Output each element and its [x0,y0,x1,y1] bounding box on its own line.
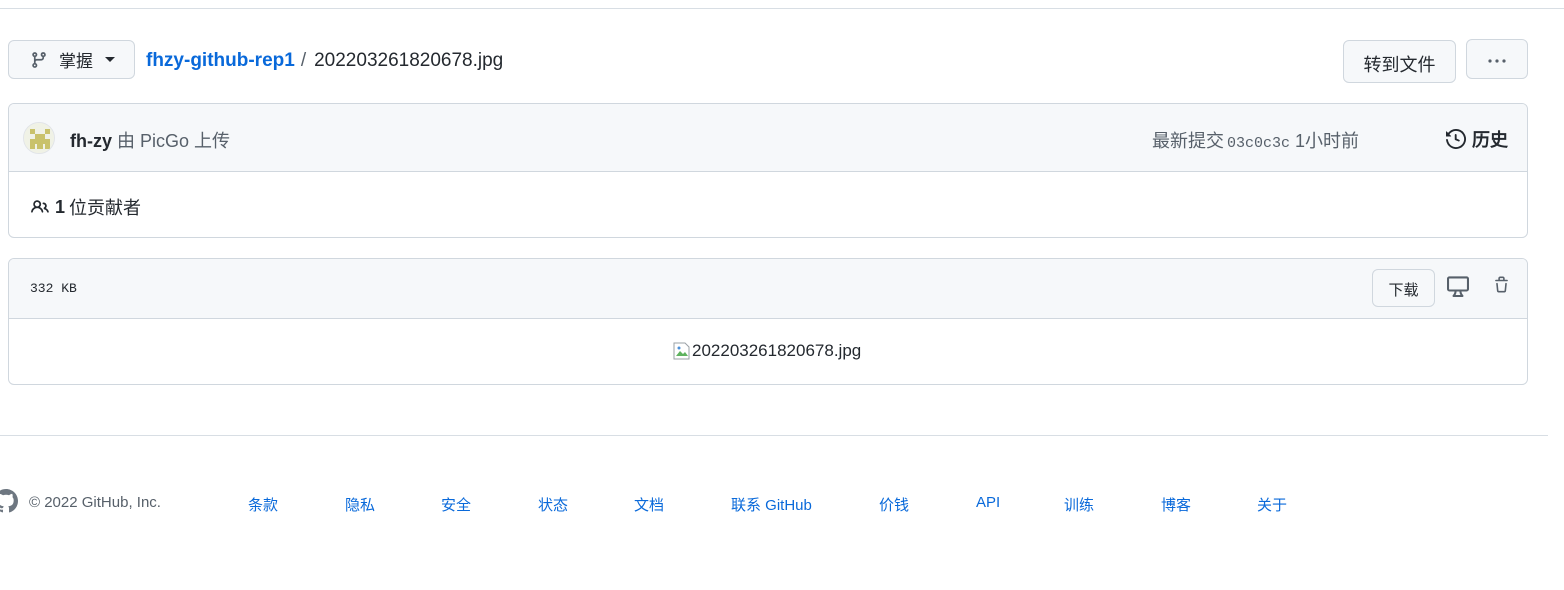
footer-link-api[interactable]: API [976,494,1000,511]
trash-icon[interactable] [1493,275,1510,295]
history-label: 历史 [1472,130,1508,150]
branch-selector-button[interactable]: 掌握 [8,40,135,79]
commit-time: 1小时前 [1294,131,1359,151]
commit-message-text[interactable]: 由 PicGo 上传 [117,131,230,151]
footer-link-security[interactable]: 安全 [441,494,471,515]
footer-link-training[interactable]: 训练 [1064,494,1094,515]
image-preview-row: 202203261820678.jpg [9,319,1527,384]
footer-link-privacy[interactable]: 隐私 [345,494,375,515]
latest-commit-label: 最新提交 [1151,131,1224,151]
commit-sha[interactable]: 03c0c3c [1227,135,1290,152]
top-divider [0,0,1564,9]
history-link[interactable]: 历史 [1446,126,1508,152]
footer-copyright: © 2022 GitHub, Inc. [29,494,161,511]
footer-link-pricing[interactable]: 价钱 [879,494,909,515]
contributors-label: 位贡献者 [69,198,142,218]
contributors-count: 1 [55,196,66,217]
go-to-file-button[interactable]: 转到文件 [1343,40,1456,83]
footer-link-blog[interactable]: 博客 [1161,494,1191,515]
footer-link-about[interactable]: 关于 [1257,494,1287,515]
chevron-down-icon [105,57,115,62]
repo-link[interactable]: fhzy-github-rep1 [146,50,295,72]
latest-commit-box: fh-zy 由 PicGo 上传 最新提交 03c0c3c 1小时前 历史 1 位… [8,103,1528,238]
avatar[interactable] [23,122,55,154]
image-alt-text: 202203261820678.jpg [692,341,862,360]
footer-link-status[interactable]: 状态 [538,494,568,515]
history-icon [1446,129,1466,149]
commit-header: fh-zy 由 PicGo 上传 最新提交 03c0c3c 1小时前 历史 [9,104,1527,172]
github-mark-icon[interactable] [0,486,18,516]
breadcrumb-separator: / [300,50,307,71]
commit-message: fh-zy 由 PicGo 上传 [70,127,230,153]
device-desktop-icon[interactable] [1447,275,1469,297]
more-options-button[interactable] [1466,39,1528,79]
footer-link-terms[interactable]: 条款 [248,494,278,515]
commit-author[interactable]: fh-zy [70,131,112,151]
broken-image-icon [673,341,691,361]
git-branch-icon [30,51,48,69]
footer-divider [0,435,1548,436]
file-size: 332 KB [30,281,77,296]
file-header: 332 KB 下载 [9,259,1527,319]
contributors-row: 1 位贡献者 [9,172,1527,237]
download-button[interactable]: 下载 [1372,269,1435,307]
branch-name: 掌握 [59,52,93,71]
file-name: 202203261820678.jpg [314,50,504,71]
people-icon [30,198,50,216]
file-image: 202203261820678.jpg [673,341,861,361]
file-viewer-box: 332 KB 下载 202203261820678.jpg [8,258,1528,385]
contributors-link[interactable]: 1 位贡献者 [30,194,141,220]
footer-link-docs[interactable]: 文档 [634,494,664,515]
footer-link-contact[interactable]: 联系 GitHub [731,494,812,515]
commit-meta: 最新提交 03c0c3c 1小时前 [1152,127,1359,153]
kebab-horizontal-icon [1486,51,1508,67]
breadcrumb: fhzy-github-rep1 / 202203261820678.jpg [146,50,503,72]
